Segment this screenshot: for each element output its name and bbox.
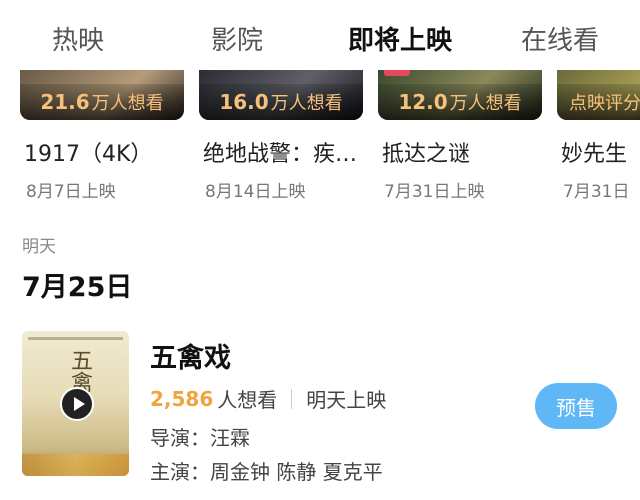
upcoming-card[interactable]: 21.6 万人想看 1917（4K） 8月7日上映	[20, 70, 184, 202]
play-icon[interactable]	[60, 387, 94, 421]
want-number: 12.0	[398, 90, 448, 114]
new-tag	[384, 70, 410, 76]
poster-image: 16.0 万人想看	[199, 70, 363, 120]
tab-coming-soon[interactable]: 即将上映	[348, 20, 452, 57]
release-date: 7月31日	[563, 182, 630, 202]
want-number: 21.6	[40, 90, 90, 114]
movie-title: 抵达之谜	[382, 142, 471, 167]
date-heading: 7月25日	[22, 272, 133, 303]
movie-title: 1917（4K）	[24, 142, 153, 167]
want-unit: 万人想看	[91, 93, 164, 114]
want-unit: 万人想看	[270, 93, 343, 114]
want-count: 2,586	[150, 386, 214, 411]
movie-stats: 2,586 人想看 明天上映	[150, 384, 386, 413]
tab-online[interactable]: 在线看	[521, 20, 599, 57]
want-badge: 21.6 万人想看	[20, 84, 184, 120]
upcoming-card[interactable]: 16.0 万人想看 绝地战警：疾… 8月14日上映	[199, 70, 363, 202]
tab-cinemas[interactable]: 影院	[211, 20, 263, 57]
presale-button[interactable]: 预售	[535, 383, 617, 429]
release-date: 8月14日上映	[205, 182, 306, 202]
want-badge: 16.0 万人想看	[199, 84, 363, 120]
upcoming-card[interactable]: 12.0 万人想看 抵达之谜 7月31日上映	[378, 70, 542, 202]
want-number: 16.0	[219, 90, 269, 114]
movie-title: 妙先生	[561, 142, 628, 167]
poster-image: 12.0 万人想看	[378, 70, 542, 120]
want-label: 人想看	[217, 388, 278, 412]
upcoming-card[interactable]: 点映评分 妙先生 7月31日	[557, 70, 640, 202]
release-date: 7月31日上映	[384, 182, 485, 202]
movie-title: 绝地战警：疾…	[203, 142, 358, 167]
top-tabs: 热映 影院 即将上映 在线看	[0, 0, 640, 70]
movie-title[interactable]: 五禽戏	[150, 336, 231, 375]
divider	[291, 388, 293, 409]
rating-label: 点映评分	[569, 93, 640, 114]
director-line: 导演：汪霖	[150, 426, 250, 450]
release-status: 明天上映	[306, 388, 387, 412]
want-badge: 12.0 万人想看	[378, 84, 542, 120]
poster-image: 21.6 万人想看	[20, 70, 184, 120]
want-badge: 点映评分	[557, 84, 640, 120]
movie-poster[interactable]: 五禽	[22, 331, 129, 476]
upcoming-strip: 21.6 万人想看 1917（4K） 8月7日上映 16.0 万人想看 绝地战警…	[0, 70, 640, 210]
poster-image: 点映评分	[557, 70, 640, 120]
tab-now-showing[interactable]: 热映	[52, 20, 104, 57]
poster-decoration	[28, 337, 123, 340]
poster-decoration	[22, 454, 129, 476]
cast-line: 主演：周金钟 陈静 夏克平	[150, 460, 383, 484]
release-date: 8月7日上映	[26, 182, 116, 202]
want-unit: 万人想看	[449, 93, 522, 114]
day-label: 明天	[22, 237, 56, 257]
